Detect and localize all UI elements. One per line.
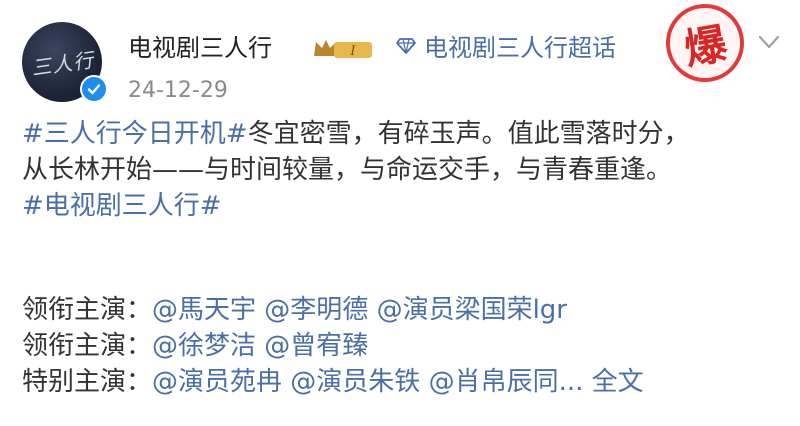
topic-diamond-icon	[396, 37, 416, 54]
mention-link[interactable]: @演员梁国荣lgr	[377, 295, 567, 325]
mention-link[interactable]: @曾宥臻	[264, 331, 368, 361]
cast-row: 特别主演：@演员苑冉 @演员朱铁 @肖帛辰同... 全文	[22, 364, 644, 400]
verified-icon	[80, 75, 108, 103]
avatar-text: 三人行	[29, 47, 96, 80]
cast-row: 领衔主演：@馬天宇 @李明德 @演员梁国荣lgr	[22, 292, 644, 328]
hashtag-link[interactable]: #电视剧三人行#	[22, 191, 222, 221]
mention-link[interactable]: @徐梦洁	[152, 331, 256, 361]
cast-role-label: 领衔主演：	[22, 295, 153, 325]
vip-crown-icon[interactable]: I	[312, 36, 376, 62]
post-line-1: #三人行今日开机#冬宜密雪，有碎玉声。值此雪落时分，	[22, 116, 792, 152]
post-line-3: #电视剧三人行#	[22, 188, 792, 224]
hashtag-link[interactable]: #三人行今日开机#	[22, 119, 248, 149]
cast-row: 领衔主演：@徐梦洁 @曾宥臻	[22, 328, 644, 364]
hot-stamp-char: 爆	[680, 18, 731, 74]
post-text: 冬宜密雪，有碎玉声。值此雪落时分，	[247, 119, 690, 149]
post-body: #三人行今日开机#冬宜密雪，有碎玉声。值此雪落时分， 从长林开始——与时间较量，…	[22, 116, 792, 224]
vip-level: I	[349, 44, 356, 59]
topic-link[interactable]: 电视剧三人行超话	[396, 28, 616, 63]
mention-link[interactable]: @演员朱铁	[290, 367, 420, 397]
cast-list: 领衔主演：@馬天宇 @李明德 @演员梁国荣lgr 领衔主演：@徐梦洁 @曾宥臻 …	[22, 292, 644, 400]
username[interactable]: 电视剧三人行	[128, 28, 272, 63]
hot-stamp: 爆	[659, 0, 751, 89]
chevron-down-icon[interactable]	[758, 34, 780, 50]
mention-link[interactable]: @肖帛辰同...	[429, 367, 584, 397]
mention-link[interactable]: @李明德	[264, 295, 368, 325]
cast-role-label: 特别主演：	[22, 367, 153, 397]
topic-label: 电视剧三人行超话	[424, 34, 616, 62]
post-date: 24-12-29	[128, 78, 228, 103]
cast-role-label: 领衔主演：	[22, 331, 153, 361]
expand-full-text-link[interactable]: 全文	[592, 367, 644, 397]
mention-link[interactable]: @馬天宇	[152, 295, 256, 325]
post-line-2: 从长林开始——与时间较量，与命运交手，与青春重逢。	[22, 155, 673, 185]
mention-link[interactable]: @演员苑冉	[152, 367, 282, 397]
